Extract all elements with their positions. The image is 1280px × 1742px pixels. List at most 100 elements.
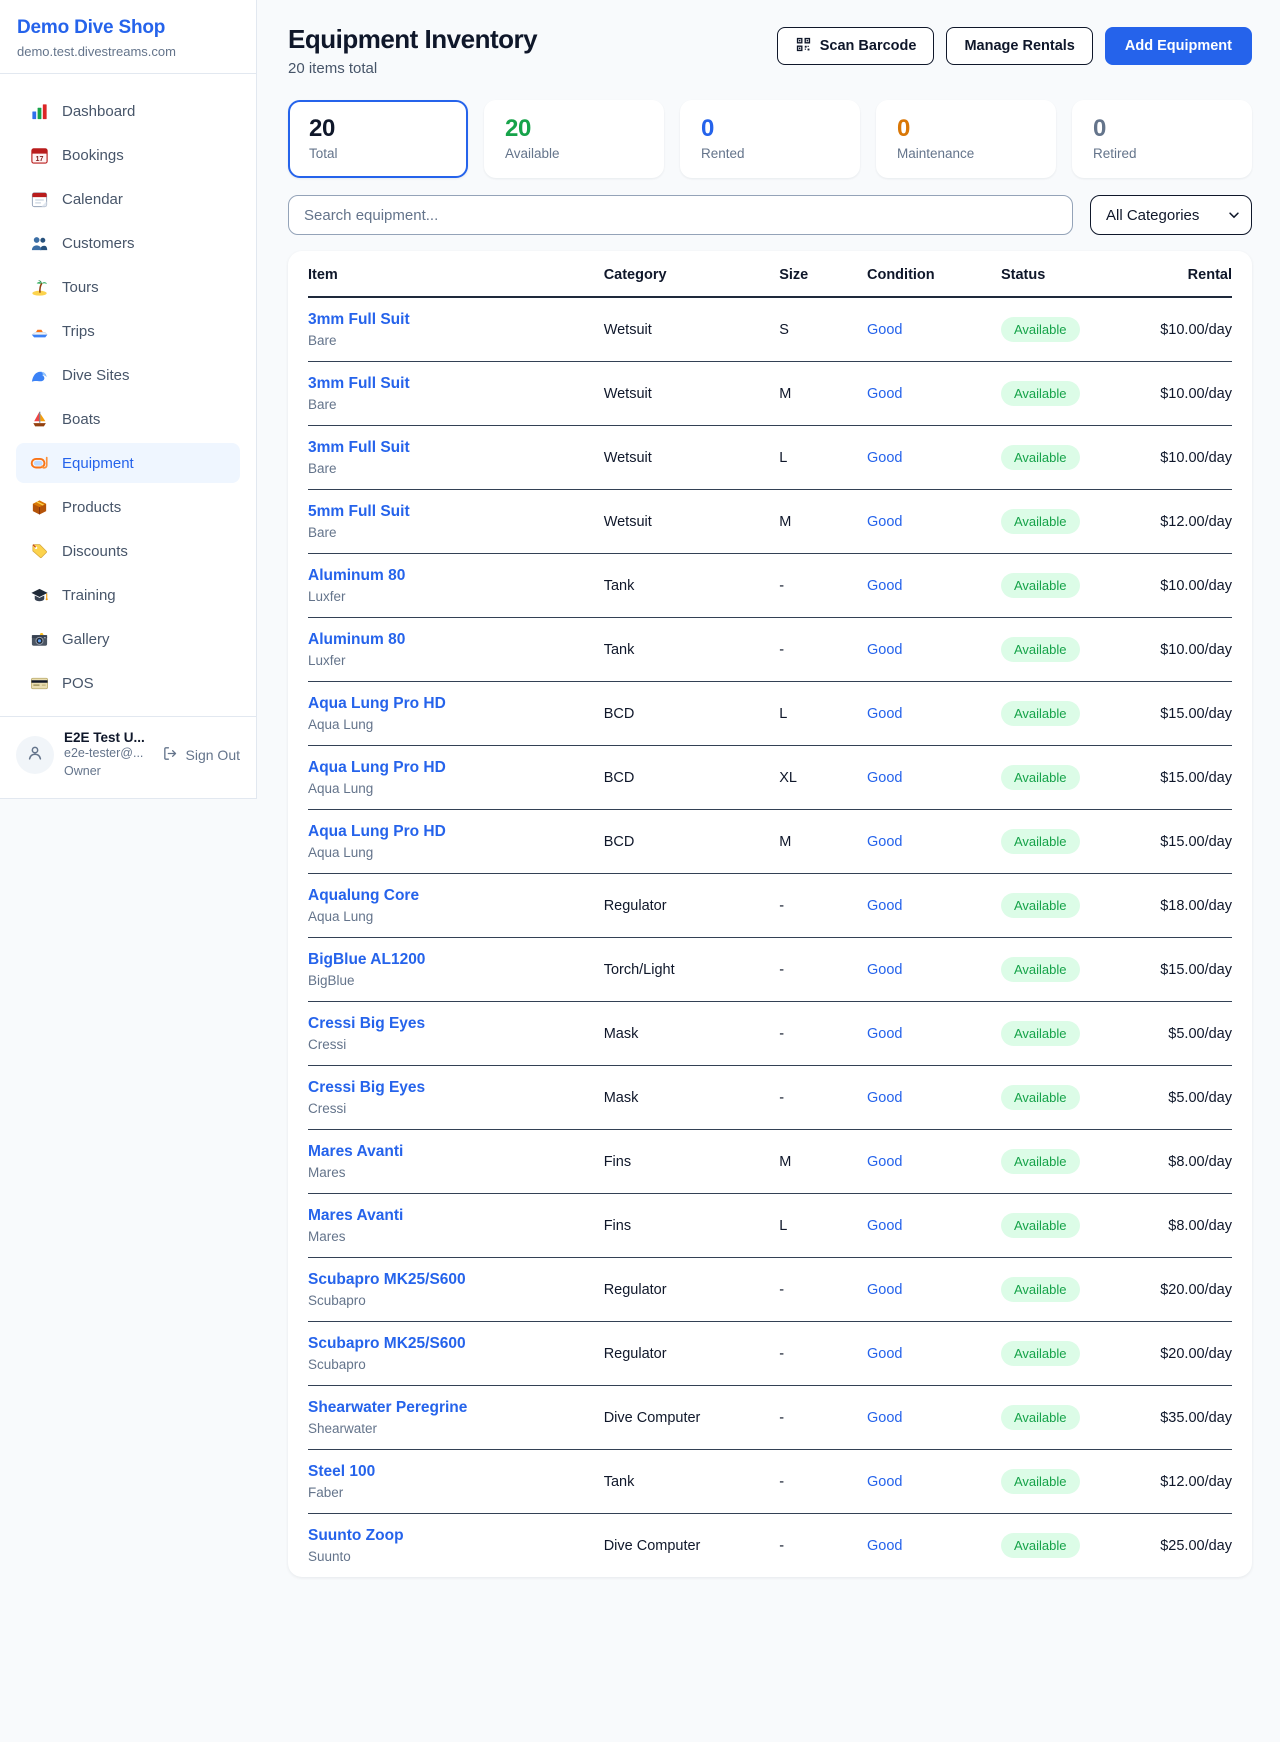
equipment-row: Aqua Lung Pro HD Aqua Lung BCD XL Good A…: [308, 746, 1232, 810]
sidebar-item-discounts[interactable]: Discounts: [16, 531, 240, 571]
sidebar-item-dive-sites[interactable]: Dive Sites: [16, 355, 240, 395]
stat-card-total[interactable]: 20 Total: [288, 100, 468, 178]
item-category: BCD: [604, 746, 780, 810]
item-name-link[interactable]: BigBlue AL1200: [308, 951, 425, 969]
condition-link[interactable]: Good: [867, 962, 902, 978]
item-brand: Faber: [308, 1485, 604, 1500]
manage-rentals-button[interactable]: Manage Rentals: [946, 27, 1092, 65]
item-name-link[interactable]: 3mm Full Suit: [308, 375, 410, 393]
equipment-row: 5mm Full Suit Bare Wetsuit M Good Availa…: [308, 490, 1232, 554]
item-name-link[interactable]: Aqua Lung Pro HD: [308, 823, 446, 841]
bar-chart-icon: [29, 101, 49, 121]
sidebar-item-gallery[interactable]: Gallery: [16, 619, 240, 659]
condition-link[interactable]: Good: [867, 1218, 902, 1234]
item-name-link[interactable]: Aqua Lung Pro HD: [308, 759, 446, 777]
stat-card-available[interactable]: 20 Available: [484, 100, 664, 178]
item-name-link[interactable]: Suunto Zoop: [308, 1527, 404, 1545]
condition-link[interactable]: Good: [867, 386, 902, 402]
rental-rate: $10.00/day: [1121, 426, 1232, 490]
stat-card-retired[interactable]: 0 Retired: [1072, 100, 1252, 178]
sidebar-item-boats[interactable]: Boats: [16, 399, 240, 439]
item-size: M: [779, 1130, 867, 1194]
status-badge: Available: [1001, 1277, 1080, 1302]
status-badge: Available: [1001, 637, 1080, 662]
status-badge: Available: [1001, 701, 1080, 726]
sidebar-item-bookings[interactable]: 17 Bookings: [16, 135, 240, 175]
condition-link[interactable]: Good: [867, 834, 902, 850]
add-equipment-button[interactable]: Add Equipment: [1105, 27, 1252, 65]
sidebar-item-label: Dive Sites: [62, 367, 130, 384]
sidebar-item-label: Products: [62, 499, 121, 516]
equipment-row: 3mm Full Suit Bare Wetsuit L Good Availa…: [308, 426, 1232, 490]
condition-link[interactable]: Good: [867, 1410, 902, 1426]
sidebar-item-products[interactable]: Products: [16, 487, 240, 527]
item-name-link[interactable]: Scubapro MK25/S600: [308, 1335, 466, 1353]
condition-link[interactable]: Good: [867, 450, 902, 466]
condition-link[interactable]: Good: [867, 1026, 902, 1042]
item-size: -: [779, 1322, 867, 1386]
condition-link[interactable]: Good: [867, 770, 902, 786]
rental-rate: $10.00/day: [1121, 618, 1232, 682]
sidebar-item-equipment[interactable]: Equipment: [16, 443, 240, 483]
item-brand: Cressi: [308, 1101, 604, 1116]
item-name-link[interactable]: Mares Avanti: [308, 1207, 403, 1225]
rental-rate: $5.00/day: [1121, 1002, 1232, 1066]
condition-link[interactable]: Good: [867, 642, 902, 658]
filter-bar: All Categories: [288, 195, 1252, 235]
status-badge: Available: [1001, 957, 1080, 982]
condition-link[interactable]: Good: [867, 1538, 902, 1554]
condition-link[interactable]: Good: [867, 322, 902, 338]
item-size: -: [779, 554, 867, 618]
sidebar-item-label: Gallery: [62, 631, 110, 648]
item-name-link[interactable]: Shearwater Peregrine: [308, 1399, 467, 1417]
condition-link[interactable]: Good: [867, 898, 902, 914]
category-select[interactable]: All Categories: [1090, 195, 1252, 235]
stat-card-maintenance[interactable]: 0 Maintenance: [876, 100, 1056, 178]
search-input[interactable]: [288, 195, 1073, 235]
condition-link[interactable]: Good: [867, 514, 902, 530]
sidebar-item-tours[interactable]: Tours: [16, 267, 240, 307]
person-icon: [25, 743, 45, 768]
item-category: Tank: [604, 554, 780, 618]
stat-value: 0: [701, 115, 839, 143]
calendar-date-icon: 17: [29, 145, 49, 165]
condition-link[interactable]: Good: [867, 1474, 902, 1490]
sidebar-item-calendar[interactable]: Calendar: [16, 179, 240, 219]
item-name-link[interactable]: Scubapro MK25/S600: [308, 1271, 466, 1289]
condition-link[interactable]: Good: [867, 706, 902, 722]
item-name-link[interactable]: Aluminum 80: [308, 567, 405, 585]
sign-out-button[interactable]: Sign Out: [162, 745, 240, 765]
item-name-link[interactable]: Cressi Big Eyes: [308, 1079, 425, 1097]
sidebar-item-training[interactable]: Training: [16, 575, 240, 615]
sidebar-item-customers[interactable]: Customers: [16, 223, 240, 263]
item-category: Wetsuit: [604, 297, 780, 362]
status-badge: Available: [1001, 1213, 1080, 1238]
item-name-link[interactable]: 3mm Full Suit: [308, 439, 410, 457]
condition-link[interactable]: Good: [867, 578, 902, 594]
scan-barcode-button[interactable]: Scan Barcode: [777, 27, 935, 65]
stat-card-rented[interactable]: 0 Rented: [680, 100, 860, 178]
item-name-link[interactable]: Steel 100: [308, 1463, 375, 1481]
stat-value: 20: [505, 115, 643, 143]
item-name-link[interactable]: Cressi Big Eyes: [308, 1015, 425, 1033]
condition-link[interactable]: Good: [867, 1090, 902, 1106]
item-name-link[interactable]: 3mm Full Suit: [308, 311, 410, 329]
qr-code-icon: [795, 36, 812, 57]
condition-link[interactable]: Good: [867, 1154, 902, 1170]
item-name-link[interactable]: Aqualung Core: [308, 887, 419, 905]
sidebar-item-dashboard[interactable]: Dashboard: [16, 91, 240, 131]
item-name-link[interactable]: Aluminum 80: [308, 631, 405, 649]
item-name-link[interactable]: Mares Avanti: [308, 1143, 403, 1161]
rental-rate: $15.00/day: [1121, 810, 1232, 874]
item-brand: Bare: [308, 525, 604, 540]
sidebar-item-label: Equipment: [62, 455, 134, 472]
sidebar-item-pos[interactable]: POS: [16, 663, 240, 703]
condition-link[interactable]: Good: [867, 1282, 902, 1298]
sidebar-item-trips[interactable]: Trips: [16, 311, 240, 351]
item-category: Mask: [604, 1066, 780, 1130]
condition-link[interactable]: Good: [867, 1346, 902, 1362]
item-name-link[interactable]: 5mm Full Suit: [308, 503, 410, 521]
item-name-link[interactable]: Aqua Lung Pro HD: [308, 695, 446, 713]
sidebar: Demo Dive Shop demo.test.divestreams.com…: [0, 0, 257, 799]
status-badge: Available: [1001, 1469, 1080, 1494]
